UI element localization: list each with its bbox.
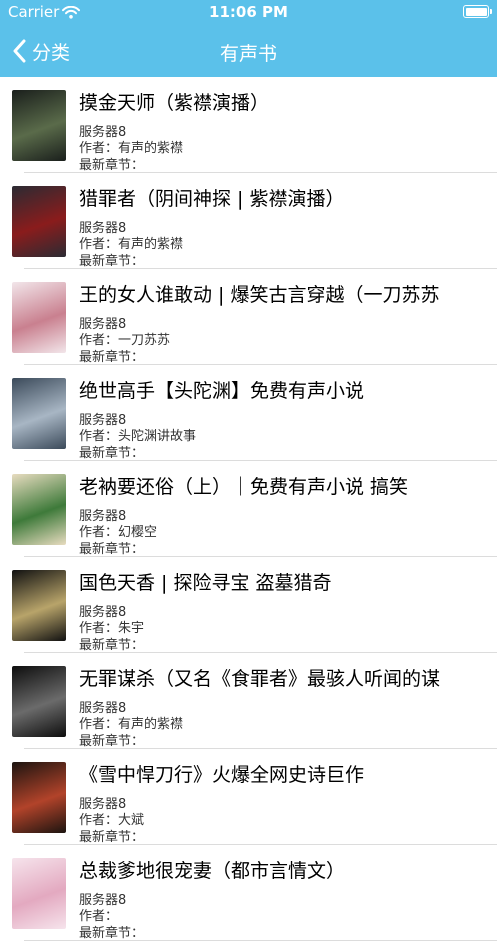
book-title: 老衲要还俗（上）｜免费有声小说 搞笑 [79,476,409,498]
list-item[interactable]: 老衲要还俗（上）｜免费有声小说 搞笑 服务器8 作者：幻樱空 最新章节： [0,461,497,557]
list-item[interactable]: 绝世高手【头陀渊】免费有声小说 服务器8 作者：头陀渊讲故事 最新章节： [0,365,497,461]
list-item[interactable]: 国色天香 | 探险寻宝 盗墓猎奇 服务器8 作者：朱宇 最新章节： [0,557,497,653]
book-latest-chapter: 最新章节： [79,542,145,557]
book-title: 摸金天师（紫襟演播） [79,92,270,114]
book-title: 总裁爹地很宠妻（都市言情文） [79,860,346,882]
book-latest-chapter: 最新章节： [79,638,145,653]
book-latest-chapter: 最新章节： [79,254,145,269]
list-item[interactable]: 无罪谋杀（又名《食罪者》最骇人听闻的谋 服务器8 作者：有声的紫襟 最新章节： [0,653,497,749]
book-title: 国色天香 | 探险寻宝 盗墓猎奇 [79,572,332,594]
list-item[interactable]: 摸金天师（紫襟演播） 服务器8 作者：有声的紫襟 最新章节： [0,77,497,173]
status-time: 11:06 PM [209,3,288,21]
book-title: 王的女人谁敢动 | 爆笑古言穿越（一刀苏苏 [79,284,440,306]
book-title: 《雪中悍刀行》火爆全网史诗巨作 [79,764,365,786]
book-cover [12,378,66,449]
list-item[interactable]: 王的女人谁敢动 | 爆笑古言穿越（一刀苏苏 服务器8 作者：一刀苏苏 最新章节： [0,269,497,365]
book-cover [12,186,66,257]
book-title: 猎罪者（阴间神探 | 紫襟演播） [79,188,345,210]
book-latest-chapter: 最新章节： [79,830,145,845]
book-cover [12,762,66,833]
book-cover [12,282,66,353]
book-cover [12,858,66,929]
book-cover [12,474,66,545]
book-cover [12,666,66,737]
header: Carrier 11:06 PM 分类 有声书 [0,0,497,77]
book-latest-chapter: 最新章节： [79,734,145,749]
book-title: 绝世高手【头陀渊】免费有声小说 [79,380,365,402]
book-latest-chapter: 最新章节： [79,446,145,461]
page-title: 有声书 [219,43,277,65]
book-latest-chapter: 最新章节： [79,926,145,941]
battery-icon [463,5,492,18]
book-cover [12,90,66,161]
status-bar: Carrier 11:06 PM [0,0,497,26]
book-title: 无罪谋杀（又名《食罪者》最骇人听闻的谋 [79,668,441,690]
book-latest-chapter: 最新章节： [79,158,145,173]
list-item[interactable]: 《雪中悍刀行》火爆全网史诗巨作 服务器8 作者：大斌 最新章节： [0,749,497,845]
list-item[interactable]: 总裁爹地很宠妻（都市言情文） 服务器8 作者： 最新章节： [0,845,497,941]
book-cover [12,570,66,641]
list-item[interactable]: 猎罪者（阴间神探 | 紫襟演播） 服务器8 作者：有声的紫襟 最新章节： [0,173,497,269]
nav-bar: 分类 有声书 [0,26,497,77]
book-latest-chapter: 最新章节： [79,350,145,365]
